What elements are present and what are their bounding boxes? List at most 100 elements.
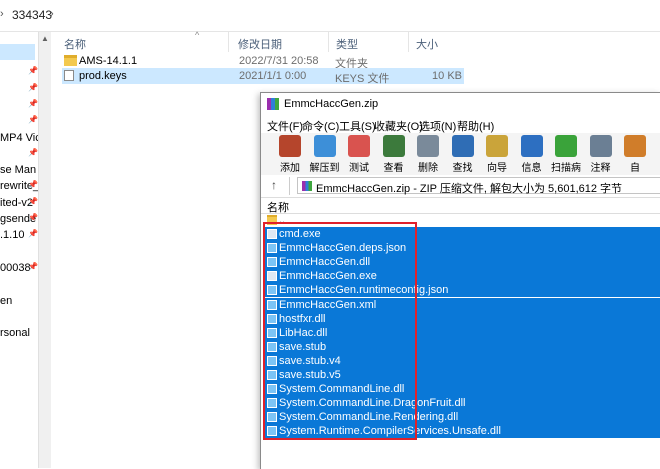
nav-item[interactable]: rsonal <box>0 327 40 343</box>
nav-item-label: se Man <box>0 164 37 177</box>
window-title: EmmcHaccGen.zip <box>284 98 379 110</box>
archive-file-row[interactable]: save.stub <box>265 339 660 354</box>
menu-options[interactable]: 选项(N) <box>419 118 456 134</box>
toolbar-button-2[interactable]: 测试 <box>340 135 376 174</box>
column-date[interactable]: 修改日期 <box>238 36 282 52</box>
menu-file[interactable]: 文件(F) <box>267 118 303 134</box>
pin-icon[interactable]: 📌 <box>28 115 38 124</box>
menu-commands[interactable]: 命令(C) <box>302 118 339 134</box>
nav-item[interactable]: en <box>0 295 40 311</box>
file-icon <box>267 257 277 268</box>
archive-path-field[interactable]: EmmcHaccGen.zip - ZIP 压缩文件, 解包大小为 5,601,… <box>297 177 660 195</box>
nav-item[interactable]: 📌 <box>0 83 40 99</box>
pin-icon[interactable]: 📌 <box>28 148 38 157</box>
pin-icon[interactable]: 📌 <box>28 197 38 206</box>
pin-icon[interactable]: 📌 <box>28 180 38 189</box>
nav-item[interactable]: 📌 <box>0 99 40 115</box>
nav-item[interactable] <box>0 50 40 66</box>
archive-file-row[interactable]: System.CommandLine.dll <box>265 382 660 397</box>
toolbar-button-8[interactable]: 扫描病毒 <box>547 135 583 189</box>
navigation-scrollbar[interactable]: ▲ <box>38 32 51 468</box>
archive-file-row[interactable]: LibHac.dll <box>265 325 660 340</box>
pin-icon[interactable]: 📌 <box>28 262 38 271</box>
archive-file-row[interactable]: System.CommandLine.Rendering.dll <box>265 410 660 425</box>
extract-folder-icon <box>313 135 336 157</box>
menu-favorites[interactable]: 收藏夹(O) <box>374 118 423 134</box>
nav-item[interactable]: 00038 📌 <box>0 262 40 278</box>
nav-item[interactable]: rewrite_ 📌 <box>0 180 40 196</box>
column-size[interactable]: 大小 <box>416 36 438 52</box>
nav-item[interactable]: 📌 <box>0 148 40 164</box>
file-date: 2021/1/1 0:00 <box>239 70 307 82</box>
file-icon <box>267 412 277 423</box>
nav-item[interactable]: se Man <box>0 164 40 180</box>
winrar-window[interactable]: EmmcHaccGen.zip 文件(F) 命令(C) 工具(S) 收藏夹(O)… <box>260 92 660 469</box>
toolbar-button-1[interactable]: 解压到 <box>306 135 342 174</box>
menu-help[interactable]: 帮助(H) <box>457 118 494 134</box>
nav-item[interactable]: MP4 Vic <box>0 132 40 148</box>
pin-icon[interactable]: 📌 <box>28 213 38 222</box>
exe-file-icon <box>267 271 277 282</box>
nav-item[interactable]: .1.10 📌 <box>0 229 40 245</box>
archive-file-row[interactable]: System.CommandLine.DragonFruit.dll <box>265 396 660 411</box>
toolbar-button-5[interactable]: 查找 <box>444 135 480 174</box>
column-divider[interactable] <box>328 32 329 52</box>
chevron-right-icon[interactable]: › <box>50 8 54 20</box>
column-name[interactable]: 名称 <box>64 36 86 52</box>
nav-item[interactable] <box>0 278 40 294</box>
pin-icon[interactable]: 📌 <box>28 99 38 108</box>
column-type[interactable]: 类型 <box>336 36 358 52</box>
window-title-bar[interactable]: EmmcHaccGen.zip <box>261 93 660 115</box>
file-icon <box>64 70 74 81</box>
toolbar-button-6[interactable]: 向导 <box>478 135 514 174</box>
nav-item[interactable] <box>0 311 40 327</box>
pin-icon[interactable]: 📌 <box>28 229 38 238</box>
address-bar[interactable]: › 334343 › <box>0 0 660 32</box>
column-divider[interactable] <box>228 32 229 52</box>
file-size: 10 KB <box>432 70 462 82</box>
nav-item-label: en <box>0 294 13 307</box>
archive-file-row[interactable]: EmmcHaccGen.exe <box>265 269 660 284</box>
toolbar-button-0[interactable]: 添加 <box>271 135 307 174</box>
find-magnifier-icon <box>451 135 474 157</box>
add-archive-icon <box>279 135 301 157</box>
archive-file-row[interactable]: save.stub.v4 <box>265 353 660 368</box>
archive-file-row[interactable]: cmd.exe <box>265 227 660 241</box>
nav-item[interactable]: ited-v2 📌 <box>0 197 40 213</box>
toolbar-button-4[interactable]: 删除 <box>409 135 445 174</box>
file-type: KEYS 文件 <box>335 73 390 85</box>
file-icon <box>267 370 277 380</box>
archive-file-row[interactable]: EmmcHaccGen.deps.json <box>265 241 660 256</box>
nav-item[interactable]: gsende 📌 <box>0 213 40 229</box>
nav-item[interactable] <box>0 246 40 262</box>
archive-file-name: LibHac.dll <box>279 326 328 339</box>
archive-file-row[interactable]: System.Runtime.CompilerServices.Unsafe.d… <box>265 424 660 439</box>
pin-icon[interactable]: 📌 <box>28 83 38 92</box>
scroll-up-icon[interactable]: ▲ <box>41 34 49 43</box>
breadcrumb-folder[interactable]: 334343 <box>12 8 52 22</box>
nav-item[interactable]: 📌 <box>0 66 40 82</box>
up-arrow-icon[interactable]: ↑ <box>271 178 277 192</box>
pin-icon[interactable]: 📌 <box>28 66 38 75</box>
archive-list-header: 名称 <box>261 197 660 214</box>
archive-file-row[interactable]: EmmcHaccGen.dll <box>265 255 660 270</box>
chevron-right-icon[interactable]: › <box>0 8 4 20</box>
archive-file-row[interactable]: hostfxr.dll <box>265 311 660 326</box>
file-row-ams[interactable]: AMS-14.1.1 2022/7/31 20:58 文件夹 <box>62 53 464 70</box>
archive-file-row[interactable]: EmmcHaccGen.runtimeconfig.json <box>265 283 660 298</box>
menu-tools[interactable]: 工具(S) <box>339 118 376 134</box>
toolbar-button-7[interactable]: 信息 <box>513 135 549 174</box>
toolbar-button-10[interactable]: 自 <box>616 135 652 174</box>
file-row-prod-keys[interactable]: prod.keys 2021/1/1 0:00 KEYS 文件 10 KB <box>62 68 464 85</box>
archive-file-name: EmmcHaccGen.xml <box>279 298 377 311</box>
nav-item[interactable]: 📌 <box>0 115 40 131</box>
archive-file-name: System.CommandLine.dll <box>279 383 405 396</box>
archive-file-row[interactable]: EmmcHaccGen.xml <box>265 297 660 312</box>
archive-file-name: EmmcHaccGen.runtimeconfig.json <box>279 284 449 297</box>
toolbar-button-3[interactable]: 查看 <box>375 135 411 174</box>
column-divider[interactable] <box>408 32 409 52</box>
parent-folder-row[interactable]: .. <box>265 213 660 227</box>
toolbar-button-9[interactable]: 注释 <box>582 135 618 174</box>
archive-file-row[interactable]: save.stub.v5 <box>265 368 660 382</box>
exe-file-icon <box>267 229 277 239</box>
